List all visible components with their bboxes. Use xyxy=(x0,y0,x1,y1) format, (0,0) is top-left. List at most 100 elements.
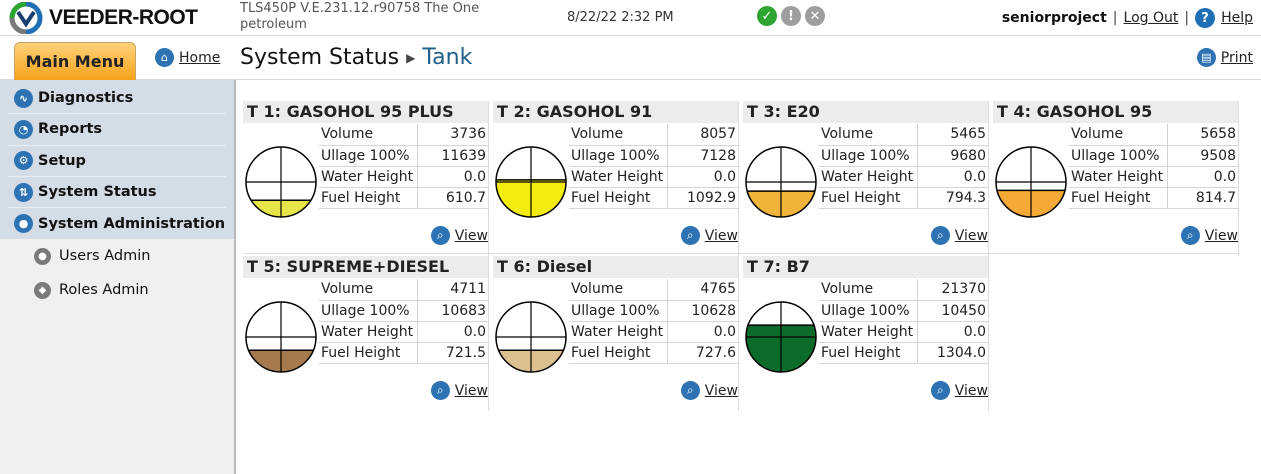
status-icons: ✓ ! ✕ xyxy=(757,6,825,26)
ullage-label: Ullage 100% xyxy=(569,145,668,167)
water-height-value: 0.0 xyxy=(667,166,739,188)
zoom-icon[interactable]: ⌕ xyxy=(430,226,450,245)
table-row: Water Height 0.0 xyxy=(319,166,489,188)
fuel-height-value: 727.6 xyxy=(667,342,739,364)
sidebar-item-roles-admin[interactable]: ◆ Roles Admin xyxy=(0,273,234,307)
sidebar-item-system-administration[interactable]: ● System Administration xyxy=(8,208,226,239)
ullage-value: 11639 xyxy=(417,145,489,167)
fuel-height-value: 1304.0 xyxy=(917,342,989,364)
warning-icon[interactable]: ! xyxy=(781,6,801,26)
fuel-height-label: Fuel Height xyxy=(569,342,668,364)
sidebar-item-label: Setup xyxy=(38,152,86,169)
view-link[interactable]: View xyxy=(955,383,988,399)
view-link-group[interactable]: ⌕ View xyxy=(430,381,488,400)
home-link-group[interactable]: ⌂ Home xyxy=(155,48,220,67)
tank-title: T 2: GASOHOL 91 xyxy=(493,101,738,123)
username: seniorproject xyxy=(1001,10,1107,26)
tank-gauge-icon[interactable] xyxy=(494,300,568,374)
table-row: Fuel Height 1092.9 xyxy=(569,187,739,209)
zoom-icon[interactable]: ⌕ xyxy=(680,381,700,400)
print-icon[interactable]: ▤ xyxy=(1196,48,1216,67)
tank-card: T 7: B7 Volume 21370 Ullage 100% 10450 W… xyxy=(743,256,989,411)
zoom-icon[interactable]: ⌕ xyxy=(680,226,700,245)
main-menu-button[interactable]: Main Menu xyxy=(14,42,136,80)
view-link-group[interactable]: ⌕ View xyxy=(680,381,738,400)
tank-gauge-icon[interactable] xyxy=(244,145,318,219)
view-link-group[interactable]: ⌕ View xyxy=(430,226,488,245)
ok-icon[interactable]: ✓ xyxy=(757,6,777,26)
tank-properties-table: Volume 8057 Ullage 100% 7128 Water Heigh… xyxy=(569,124,739,209)
table-row: Volume 4711 xyxy=(319,279,489,301)
print-link[interactable]: Print xyxy=(1221,50,1253,66)
home-link[interactable]: Home xyxy=(179,50,220,66)
view-link[interactable]: View xyxy=(455,228,488,244)
view-link-group[interactable]: ⌕ View xyxy=(930,381,988,400)
view-link-group[interactable]: ⌕ View xyxy=(1180,226,1238,245)
sidebar-item-diagnostics[interactable]: ∿ Diagnostics xyxy=(8,83,226,115)
sidebar-item-label: Diagnostics xyxy=(38,90,134,107)
view-link[interactable]: View xyxy=(1205,228,1238,244)
tank-properties-table: Volume 4765 Ullage 100% 10628 Water Heig… xyxy=(569,279,739,364)
view-link[interactable]: View xyxy=(705,228,738,244)
tank-title: T 7: B7 xyxy=(743,256,988,278)
home-icon[interactable]: ⌂ xyxy=(155,48,174,67)
tank-gauge-icon[interactable] xyxy=(994,145,1068,219)
help-icon[interactable]: ? xyxy=(1195,8,1216,28)
table-row: Volume 8057 xyxy=(569,124,739,146)
sidebar-item-label: System Status xyxy=(38,184,157,201)
sidebar-item-setup[interactable]: ⚙ Setup xyxy=(8,146,226,177)
zoom-icon[interactable]: ⌕ xyxy=(930,381,950,400)
tank-properties-table: Volume 4711 Ullage 100% 10683 Water Heig… xyxy=(319,279,489,364)
tank-gauge-icon[interactable] xyxy=(244,300,318,374)
sidebar-item-users-admin[interactable]: ● Users Admin xyxy=(0,239,234,273)
table-row: Volume 4765 xyxy=(569,279,739,301)
water-height-value: 0.0 xyxy=(667,321,739,343)
ullage-label: Ullage 100% xyxy=(319,300,418,322)
sidebar-item-label: Users Admin xyxy=(59,248,151,265)
view-link[interactable]: View xyxy=(955,228,988,244)
table-row: Fuel Height 610.7 xyxy=(319,187,489,209)
table-row: Fuel Height 794.3 xyxy=(819,187,989,209)
users-admin-icon: ● xyxy=(34,247,51,265)
tank-gauge-icon[interactable] xyxy=(744,145,818,219)
table-row: Fuel Height 814.7 xyxy=(1069,187,1239,209)
view-link-group[interactable]: ⌕ View xyxy=(930,226,988,245)
zoom-icon[interactable]: ⌕ xyxy=(930,226,950,245)
print-link-group[interactable]: ▤ Print xyxy=(1196,48,1253,67)
water-height-label: Water Height xyxy=(569,166,668,188)
alarm-icon[interactable]: ✕ xyxy=(805,6,825,26)
zoom-icon[interactable]: ⌕ xyxy=(1180,226,1200,245)
table-row: Ullage 100% 7128 xyxy=(569,145,739,167)
page-title-main: System Status xyxy=(240,45,400,70)
sidebar-item-reports[interactable]: ◔ Reports xyxy=(8,114,226,146)
water-height-value: 0.0 xyxy=(917,321,989,343)
tank-title: T 6: Diesel xyxy=(493,256,738,278)
water-height-value: 0.0 xyxy=(917,166,989,188)
title-bar: Main Menu ⌂ Home System Status ▶ Tank ▤ … xyxy=(0,36,1261,80)
water-height-value: 0.0 xyxy=(417,166,489,188)
tank-card: T 2: GASOHOL 91 Volume 8057 Ullage 100% … xyxy=(493,101,739,256)
view-link[interactable]: View xyxy=(705,383,738,399)
tank-card: T 5: SUPREME+DIESEL Volume 4711 Ullage 1… xyxy=(243,256,489,411)
volume-label: Volume xyxy=(319,124,418,146)
tank-properties-table: Volume 21370 Ullage 100% 10450 Water Hei… xyxy=(819,279,989,364)
ullage-value: 9508 xyxy=(1167,145,1239,167)
view-link[interactable]: View xyxy=(455,383,488,399)
view-link-group[interactable]: ⌕ View xyxy=(680,226,738,245)
zoom-icon[interactable]: ⌕ xyxy=(430,381,450,400)
volume-label: Volume xyxy=(819,124,918,146)
ullage-label: Ullage 100% xyxy=(819,145,918,167)
fuel-height-label: Fuel Height xyxy=(319,342,418,364)
volume-value: 4765 xyxy=(667,279,739,301)
sidebar-item-system-status[interactable]: ⇅ System Status xyxy=(8,177,226,209)
table-row: Water Height 0.0 xyxy=(569,321,739,343)
page-title: System Status ▶ Tank xyxy=(240,45,472,70)
tank-gauge-icon[interactable] xyxy=(744,300,818,374)
breadcrumb-arrow-icon: ▶ xyxy=(406,50,416,65)
fuel-height-value: 1092.9 xyxy=(667,187,739,209)
logout-link[interactable]: Log Out xyxy=(1124,10,1179,26)
separator: | xyxy=(1112,10,1118,26)
help-link[interactable]: Help xyxy=(1221,10,1253,26)
tank-gauge-icon[interactable] xyxy=(494,145,568,219)
sidebar-item-label: Reports xyxy=(38,121,103,138)
